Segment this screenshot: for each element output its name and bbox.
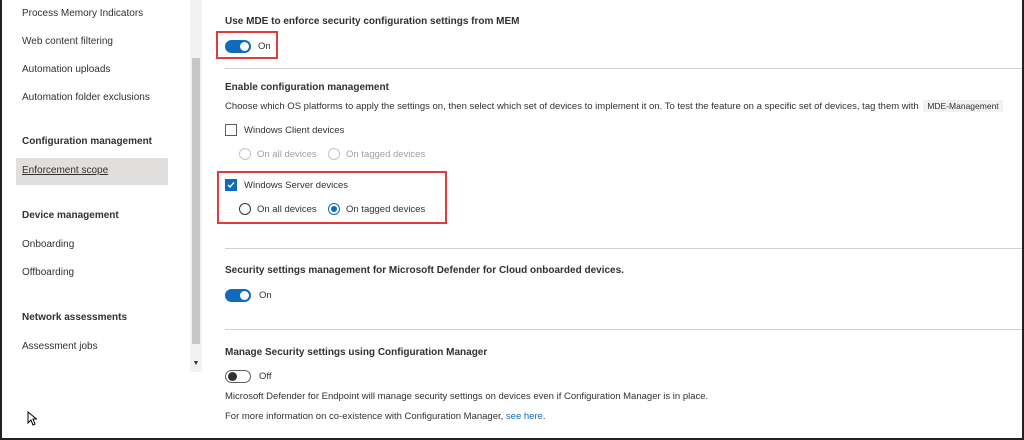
config-mgmt-description: Choose which OS platforms to apply the s… [225, 100, 1003, 112]
windows-client-all-devices-radio[interactable] [239, 148, 251, 160]
windows-server-label: Windows Server devices [244, 180, 349, 191]
windows-server-checkbox[interactable] [225, 179, 237, 191]
windows-client-tagged-devices-radio[interactable] [328, 148, 340, 160]
toggle-knob [240, 42, 249, 51]
mde-enforce-heading: Use MDE to enforce security configuratio… [225, 16, 520, 27]
config-mgmt-heading: Enable configuration management [225, 82, 389, 93]
windows-server-tagged-devices-radio[interactable] [328, 203, 340, 215]
config-manager-toggle[interactable] [225, 370, 251, 383]
config-manager-info-text: For more information on co-existence wit… [225, 411, 504, 422]
sidebar-nav: Process Memory Indicators Web content fi… [2, 0, 190, 438]
defender-cloud-toggle[interactable] [225, 289, 251, 302]
config-manager-note: Microsoft Defender for Endpoint will man… [225, 391, 709, 402]
sidebar-section-configuration-management: Configuration management [22, 136, 153, 147]
sidebar-item-enforcement-scope[interactable]: Enforcement scope [16, 158, 168, 185]
section-divider [225, 68, 1022, 69]
windows-server-all-devices-label: On all devices [257, 204, 317, 215]
sidebar-item-offboarding[interactable]: Offboarding [22, 267, 74, 278]
sidebar-item-label: Enforcement scope [22, 165, 109, 176]
section-divider [225, 248, 1022, 249]
windows-server-tagged-devices-label: On tagged devices [346, 204, 426, 215]
checkmark-icon [227, 182, 235, 189]
toggle-knob [240, 291, 249, 300]
windows-client-tagged-devices-label: On tagged devices [346, 149, 426, 160]
section-divider [225, 329, 1022, 330]
windows-client-all-devices-label: On all devices [257, 149, 317, 160]
config-manager-info-suffix: . [542, 411, 546, 422]
config-mgmt-description-text: Choose which OS platforms to apply the s… [225, 101, 919, 112]
toggle-knob [228, 372, 237, 381]
config-manager-toggle-label: Off [259, 371, 272, 382]
defender-cloud-heading: Security settings management for Microso… [225, 265, 624, 276]
sidebar-item-process-memory-indicators[interactable]: Process Memory Indicators [22, 8, 143, 19]
windows-client-checkbox[interactable] [225, 124, 237, 136]
mouse-cursor-icon [27, 411, 37, 426]
sidebar-section-device-management: Device management [22, 210, 119, 221]
app-window: Process Memory Indicators Web content fi… [0, 0, 1024, 440]
highlight-box [217, 171, 447, 224]
config-manager-info: For more information on co-existence wit… [225, 411, 546, 422]
sidebar-item-assessment-jobs[interactable]: Assessment jobs [22, 341, 98, 352]
config-manager-heading: Manage Security settings using Configura… [225, 347, 488, 358]
sidebar-scrollbar[interactable]: ▼ [190, 0, 202, 372]
windows-server-all-devices-radio[interactable] [239, 203, 251, 215]
mde-management-tag: MDE-Management [923, 100, 1003, 112]
mde-enforce-toggle[interactable] [225, 40, 251, 53]
sidebar-item-onboarding[interactable]: Onboarding [22, 239, 74, 250]
see-here-link[interactable]: see here [506, 411, 543, 422]
scrollbar-thumb[interactable] [192, 58, 200, 344]
sidebar-item-automation-uploads[interactable]: Automation uploads [22, 64, 110, 75]
scroll-down-arrow-icon[interactable]: ▼ [190, 358, 202, 370]
defender-cloud-toggle-label: On [259, 290, 272, 301]
sidebar-section-network-assessments: Network assessments [22, 312, 128, 323]
sidebar-item-web-content-filtering[interactable]: Web content filtering [22, 36, 113, 47]
main-content: Use MDE to enforce security configuratio… [202, 0, 1022, 438]
windows-client-label: Windows Client devices [244, 125, 345, 136]
mde-enforce-toggle-label: On [258, 41, 271, 52]
sidebar-item-automation-folder-exclusions[interactable]: Automation folder exclusions [22, 92, 150, 103]
